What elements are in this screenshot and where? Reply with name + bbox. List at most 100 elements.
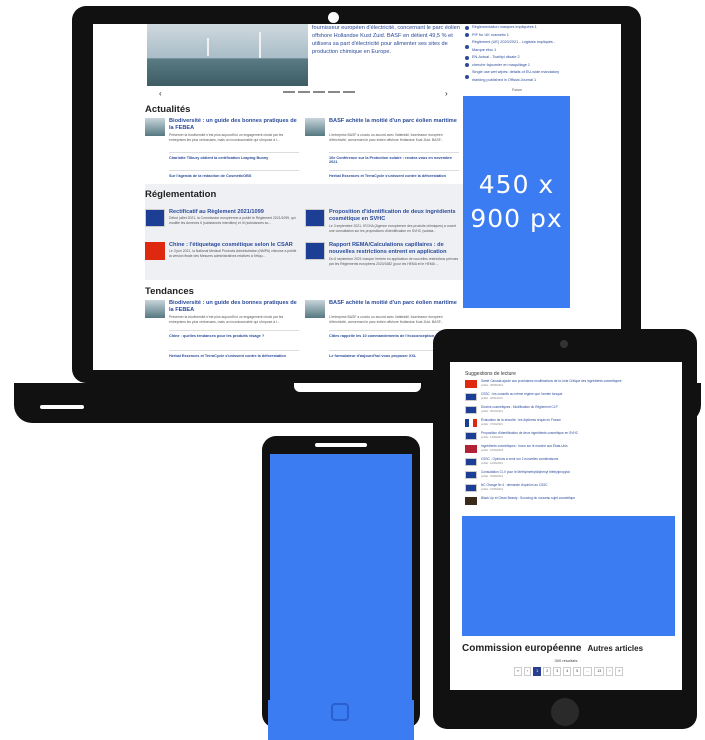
- suggestion-item[interactable]: NC Orange fin 4 : demande d'opinion au C…: [465, 483, 675, 493]
- pager-page[interactable]: 2: [543, 667, 552, 676]
- section-reglementation: Réglementation Rectificatif au Règlement…: [145, 189, 463, 281]
- news-link[interactable]: Herbal Essences et TerraCycle s'unissent…: [169, 350, 299, 358]
- pager-last[interactable]: »: [615, 667, 624, 676]
- card-excerpt: L'entreprise BASF a conclu un accord ave…: [329, 133, 444, 142]
- phone-ad-placeholder[interactable]: [270, 454, 412, 704]
- china-flag-icon: [145, 242, 165, 260]
- forum-bullet-icon: [465, 74, 469, 79]
- suggestion-thumbnail: [465, 484, 477, 492]
- card-excerpt: L'entreprise BASF a conclu un accord ave…: [329, 315, 444, 324]
- card-title[interactable]: Chine : l'étiquetage cosmétique selon le…: [169, 242, 299, 249]
- card-title[interactable]: Proposition d'identification de deux ing…: [329, 209, 459, 223]
- suggestion-thumbnail: [465, 432, 477, 440]
- pager-ellipsis: ...: [583, 667, 593, 676]
- pager-prev[interactable]: ‹: [524, 667, 532, 676]
- tablet-frame: Suggestions de lecture Santé Canada ajou…: [433, 329, 697, 729]
- carousel-next-button[interactable]: ›: [445, 89, 448, 98]
- card-title[interactable]: Biodiversité : un guide des bonnes prati…: [169, 118, 299, 132]
- forum-bullet-icon: [465, 63, 469, 68]
- section-subheading: Autres articles: [587, 644, 644, 653]
- section-title: Actualités: [145, 104, 191, 115]
- card-thumbnail: [145, 300, 165, 318]
- section-tendances: Tendances Biodiversité : un guide des bo…: [145, 286, 463, 370]
- tablet-camera: [560, 340, 568, 348]
- phone-frame: [262, 436, 420, 728]
- forum-sidebar-list: Réglementation marques impliquées 1 PIF …: [465, 24, 569, 84]
- suggestion-item[interactable]: Dioxins cosmétiques : Modification du Rè…: [465, 405, 675, 415]
- section-actualites: Actualités Biodiversité : un guide des b…: [145, 104, 463, 184]
- pager-page[interactable]: 1: [533, 667, 542, 676]
- hero-image[interactable]: [147, 24, 308, 86]
- news-link[interactable]: Charlotte Tilbury obtient la certificati…: [169, 152, 299, 160]
- suggestion-item[interactable]: Santé Canada ajoute aux prochaines modif…: [465, 379, 675, 389]
- phone-home-icon[interactable]: [331, 703, 349, 721]
- card-title[interactable]: BASF achète la moitié d'un parc éolien m…: [329, 118, 459, 125]
- section-title: Réglementation: [145, 189, 217, 200]
- news-card[interactable]: Chine : l'étiquetage cosmétique selon le…: [145, 242, 299, 282]
- laptop-trackpad-notch: [294, 383, 421, 392]
- hero-text: fournisseur européen d'électricité, conc…: [312, 25, 460, 55]
- news-card[interactable]: Rapport REMA/Calculations capillaires : …: [305, 242, 459, 282]
- suggestion-thumbnail: [465, 458, 477, 466]
- suggestion-item[interactable]: Proposition d'identification de deux ing…: [465, 431, 675, 441]
- laptop-port-left: [40, 405, 84, 409]
- suggestion-thumbnail: [465, 445, 477, 453]
- suggestion-item[interactable]: Consultation CI-V pour le Methylmethyldi…: [465, 470, 675, 480]
- card-excerpt: Du 6 septembre 2021 marque l'entrée en a…: [329, 257, 459, 266]
- ad-size-line1: 450 x: [478, 170, 555, 199]
- card-excerpt: Préserver la biodiversité n'est plus auj…: [169, 133, 284, 142]
- suggestion-item[interactable]: Ingrédients cosmétiques : focus sur le m…: [465, 444, 675, 454]
- forum-link[interactable]: cherche fajoumier en maquillage 1: [465, 62, 569, 70]
- news-link[interactable]: Chine : quelles tendances pour les produ…: [169, 330, 299, 338]
- pager-page[interactable]: 4: [563, 667, 572, 676]
- card-excerpt: Le 3 juin 2021, la National Medical Prod…: [169, 249, 297, 258]
- suggestion-thumbnail: [465, 393, 477, 401]
- suggestion-item[interactable]: CSSC : les conseils au même régime que l…: [465, 392, 675, 402]
- card-title[interactable]: Biodiversité : un guide des bonnes prati…: [169, 300, 299, 314]
- forum-bullet-icon: [465, 33, 469, 38]
- pager-page[interactable]: 5: [573, 667, 582, 676]
- pager-page[interactable]: 13: [594, 667, 605, 676]
- pagination: « ‹ 1 2 3 4 5 ... 13 › »: [514, 667, 624, 676]
- forum-bullet-icon: [465, 55, 469, 60]
- ad-placeholder[interactable]: 450 x 900 px: [463, 96, 570, 308]
- suggestion-thumbnail: [465, 497, 477, 505]
- device-mockup: fournisseur européen d'électricité, conc…: [0, 0, 705, 740]
- forum-link[interactable]: PIF for UK cosmetic 1: [465, 32, 569, 40]
- eu-flag-icon: [145, 209, 165, 227]
- laptop-lid: fournisseur européen d'électricité, conc…: [72, 6, 641, 383]
- suggestion-item[interactable]: Évaluation de la sécurité : les diplômes…: [465, 418, 675, 428]
- forum-bullet-icon: [465, 25, 469, 30]
- eu-flag-icon: [305, 242, 325, 260]
- suggestion-thumbnail: [465, 419, 477, 427]
- card-thumbnail: [145, 118, 165, 136]
- carousel-dots[interactable]: [283, 91, 355, 93]
- news-link[interactable]: 10e Conférence sur la Protection solaire…: [329, 152, 459, 164]
- ad-caption: Forum: [511, 88, 523, 92]
- news-link[interactable]: Herbal Essences et TerraCycle s'unissent…: [329, 170, 459, 178]
- carousel-prev-button[interactable]: ‹: [159, 89, 162, 98]
- forum-link[interactable]: EN-Actual - Toathpl cilsate 2: [465, 54, 569, 62]
- suggestion-thumbnail: [465, 380, 477, 388]
- pager-page[interactable]: 3: [553, 667, 562, 676]
- forum-link[interactable]: Règlement (UE) 2020/2021 - Logistes impl…: [465, 39, 569, 54]
- phone-speaker: [315, 443, 367, 447]
- tablet-screen: Suggestions de lecture Santé Canada ajou…: [450, 362, 682, 690]
- card-excerpt: Préserver la biodiversité n'est plus auj…: [169, 315, 284, 324]
- tablet-home-button[interactable]: [551, 698, 579, 726]
- section-title: Tendances: [145, 286, 194, 297]
- news-link[interactable]: Sur l'agenda de la rédaction de Cosmetic…: [169, 170, 299, 178]
- forum-link[interactable]: Réglementation marques impliquées 1: [465, 24, 569, 32]
- suggestion-item[interactable]: Black Lip et Clean Beauty : Sourcing du …: [465, 496, 675, 506]
- section-heading: Commission européenne Autres articles: [462, 643, 644, 654]
- card-title[interactable]: BASF achète la moitié d'un parc éolien m…: [329, 300, 459, 307]
- suggestion-item[interactable]: CSSC : Opinions à venir sur 2 nouvelles …: [465, 457, 675, 467]
- tablet-ad-placeholder[interactable]: [462, 516, 675, 636]
- forum-link[interactable]: Single use wet wipes: details of EU-wide…: [465, 69, 569, 84]
- card-title[interactable]: Rapport REMA/Calculations capillaires : …: [329, 242, 459, 256]
- suggestion-thumbnail: [465, 406, 477, 414]
- pager-first[interactable]: «: [514, 667, 522, 676]
- card-title[interactable]: Rectificatif au Règlement 2021/1099: [169, 209, 299, 216]
- suggestions-title: Suggestions de lecture: [465, 371, 516, 377]
- pager-next[interactable]: ›: [606, 667, 614, 676]
